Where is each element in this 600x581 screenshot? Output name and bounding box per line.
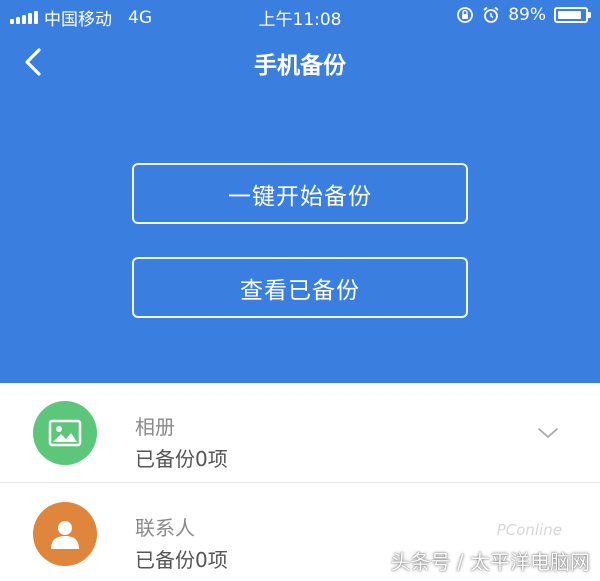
battery-cap <box>588 12 591 18</box>
status-right: 89% <box>456 5 591 25</box>
status-bar: 中国移动 4G 上午11:08 89% <box>0 0 600 32</box>
battery-percent: 89% <box>508 5 546 25</box>
list-item-album[interactable]: 相册 已备份0项 <box>0 383 600 483</box>
pconline-logo: PConline <box>496 521 562 539</box>
battery-fill <box>558 11 581 19</box>
item-status: 已备份0项 <box>135 548 228 572</box>
contact-icon <box>33 502 97 566</box>
item-title: 相册 <box>135 415 175 439</box>
item-title: 联系人 <box>135 516 195 540</box>
watermark-text: 头条号 / 太平洋电脑网 <box>390 550 590 574</box>
image-icon <box>33 401 97 465</box>
lock-rotation-icon <box>457 7 474 23</box>
backup-header: 中国移动 4G 上午11:08 89% 手机备份 一键开始备份 查看已备份 <box>0 0 600 383</box>
alarm-icon <box>483 6 499 23</box>
start-backup-button[interactable]: 一键开始备份 <box>132 163 468 224</box>
page-title: 手机备份 <box>254 53 346 79</box>
view-backup-button[interactable]: 查看已备份 <box>132 257 468 318</box>
battery-icon <box>554 7 591 23</box>
item-status: 已备份0项 <box>135 447 228 471</box>
chevron-down-icon[interactable] <box>536 421 560 445</box>
